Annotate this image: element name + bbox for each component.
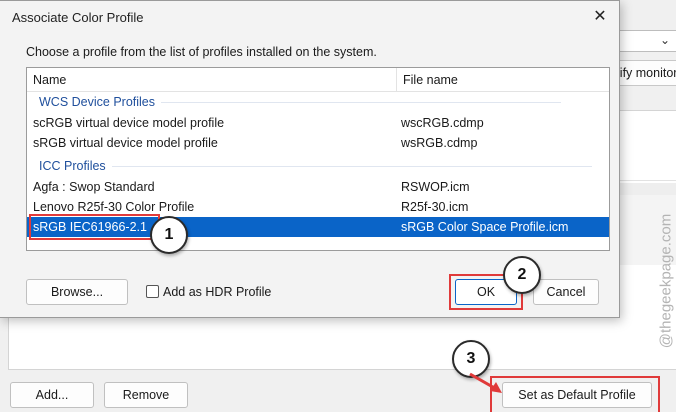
profile-file: wsRGB.cdmp	[401, 136, 478, 150]
profile-file: sRGB Color Space Profile.icm	[401, 220, 569, 234]
background-dropdown[interactable]: ⌄	[612, 30, 676, 52]
highlight-box-selected-profile	[29, 214, 160, 240]
cancel-button[interactable]: Cancel	[533, 279, 599, 305]
dialog-title: Associate Color Profile	[12, 10, 144, 25]
browse-button[interactable]: Browse...	[26, 279, 128, 305]
list-header: Name File name	[27, 68, 609, 92]
watermark: @thegeekpage.com	[657, 150, 675, 412]
profile-name: sRGB virtual device model profile	[33, 136, 218, 150]
profile-file: wscRGB.cdmp	[401, 116, 484, 130]
step-badge-1: 1	[150, 216, 188, 254]
group-header-wcs[interactable]: WCS Device Profiles	[39, 92, 561, 112]
list-item[interactable]: Agfa : Swop Standard RSWOP.icm	[27, 177, 609, 197]
profile-name: Agfa : Swop Standard	[33, 180, 155, 194]
instruction-text: Choose a profile from the list of profil…	[26, 45, 377, 59]
remove-button[interactable]: Remove	[104, 382, 188, 408]
profile-file: R25f-30.icm	[401, 200, 469, 214]
profile-name: scRGB virtual device model profile	[33, 116, 225, 130]
hdr-checkbox[interactable]	[146, 285, 159, 298]
group-header-icc[interactable]: ICC Profiles	[39, 156, 590, 176]
column-header-name[interactable]: Name	[27, 68, 397, 92]
column-header-file-name[interactable]: File name	[397, 68, 607, 92]
step-badge-2: 2	[503, 256, 541, 294]
list-item[interactable]: sRGB virtual device model profile wsRGB.…	[27, 133, 609, 153]
list-item[interactable]: scRGB virtual device model profile wscRG…	[27, 113, 609, 133]
identify-monitors-button[interactable]: Identify monitors	[612, 60, 676, 86]
arrow-icon	[469, 372, 502, 393]
hdr-checkbox-label: Add as HDR Profile	[163, 285, 272, 299]
watermark-text: @thegeekpage.com	[657, 213, 675, 349]
chevron-down-icon: ⌄	[659, 33, 670, 47]
close-icon[interactable]: ✕	[585, 3, 615, 31]
add-button[interactable]: Add...	[10, 382, 94, 408]
dialog-titlebar: Associate Color Profile ✕	[0, 1, 619, 33]
profile-file: RSWOP.icm	[401, 180, 470, 194]
